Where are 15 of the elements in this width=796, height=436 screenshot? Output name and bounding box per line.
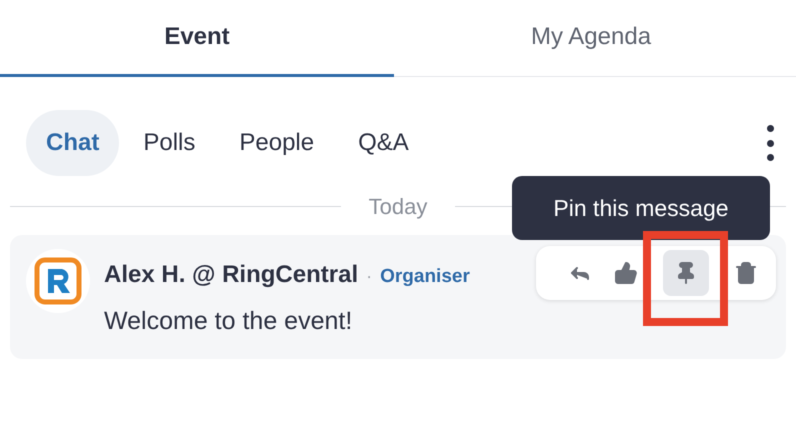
role-label: Organiser — [380, 265, 470, 289]
date-divider-label: Today — [368, 193, 428, 221]
tab[interactable]: My Agenda — [394, 0, 788, 77]
message-text: Welcome to the event! — [104, 306, 354, 337]
author-name: Alex H. @ RingCentral — [104, 260, 358, 290]
tooltip: Pin this message — [512, 176, 770, 240]
subtab[interactable]: Q&A — [338, 110, 429, 176]
thumbs-up-icon — [614, 261, 638, 285]
pin-button[interactable] — [663, 250, 709, 296]
subtab[interactable]: People — [219, 110, 334, 176]
subtab[interactable]: Polls — [123, 110, 216, 176]
separator-dot: · — [366, 265, 372, 288]
tab[interactable]: Event — [0, 0, 394, 77]
subtab[interactable]: Chat — [26, 110, 120, 176]
trash-icon — [734, 261, 758, 285]
